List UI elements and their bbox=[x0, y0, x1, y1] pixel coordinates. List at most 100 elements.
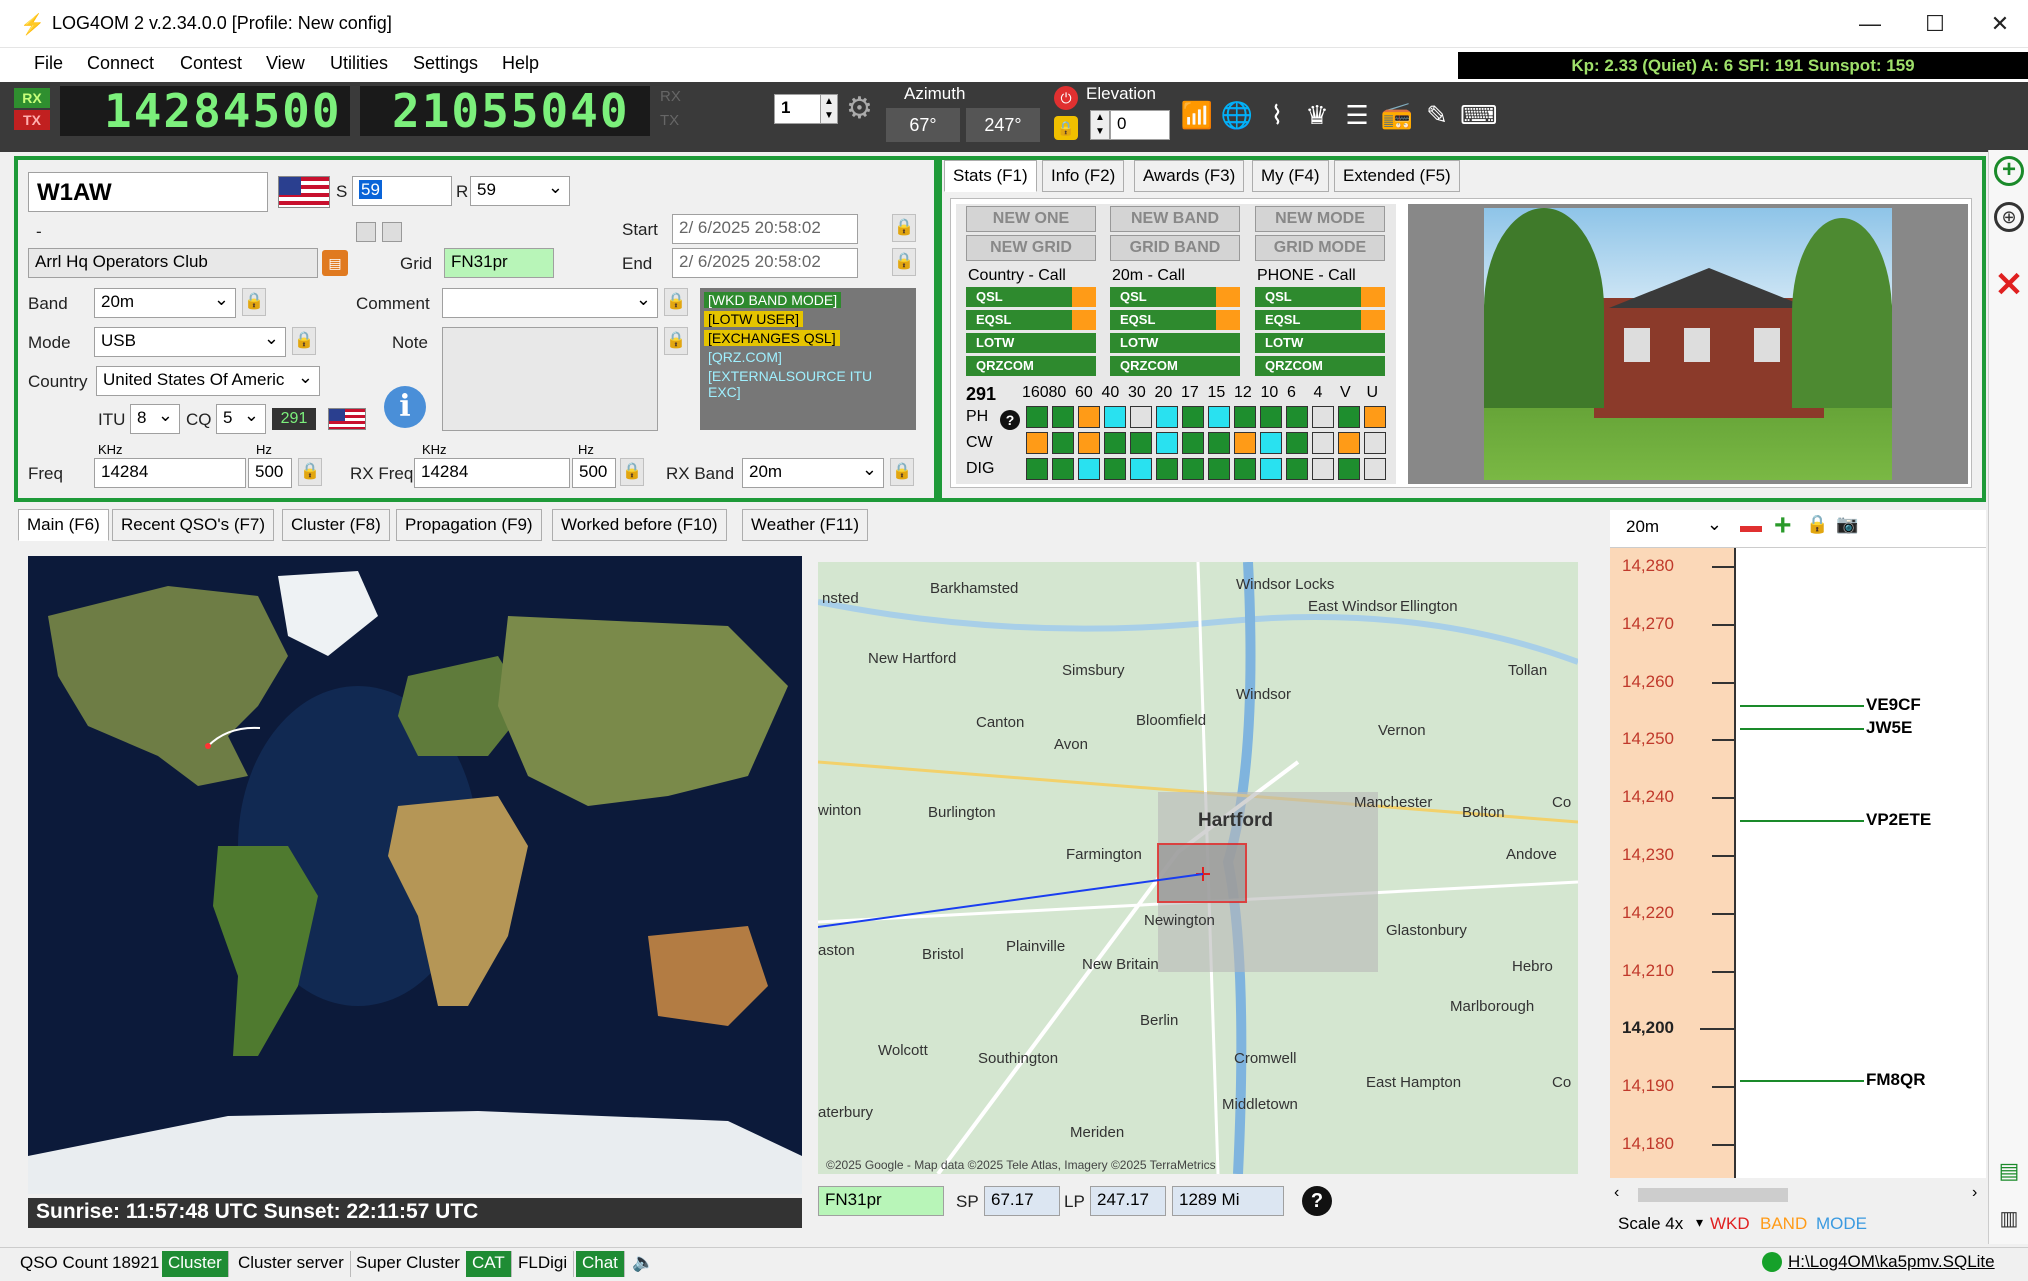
band-cell[interactable] bbox=[1104, 406, 1126, 428]
bandmap-band-select[interactable]: 20m bbox=[1620, 514, 1728, 544]
band-cell[interactable] bbox=[1052, 406, 1074, 428]
rss-icon[interactable]: 📶 bbox=[1180, 98, 1214, 132]
note-field[interactable] bbox=[442, 327, 658, 431]
cat-status[interactable]: CAT bbox=[466, 1251, 512, 1277]
band-cell[interactable] bbox=[1286, 458, 1308, 480]
band-cell[interactable] bbox=[1052, 432, 1074, 454]
band-cell[interactable] bbox=[1364, 406, 1386, 428]
band-cell[interactable] bbox=[1078, 432, 1100, 454]
minimize-button[interactable]: — bbox=[1840, 6, 1900, 42]
rst-sent-select[interactable]: 59 bbox=[352, 176, 452, 206]
menu-help[interactable]: Help bbox=[502, 53, 539, 74]
tab-weather[interactable]: Weather (F11) bbox=[742, 509, 869, 541]
award-crown-icon[interactable]: ♛ bbox=[1300, 98, 1334, 132]
server-icon[interactable]: ☰ bbox=[1340, 98, 1374, 132]
band-cell[interactable] bbox=[1182, 458, 1204, 480]
band-cell[interactable] bbox=[1026, 432, 1048, 454]
band-cell[interactable] bbox=[1234, 406, 1256, 428]
band-cell[interactable] bbox=[1078, 406, 1100, 428]
cq-select[interactable]: 5 bbox=[216, 404, 266, 434]
spot-callsign[interactable]: JW5E bbox=[1866, 718, 1912, 738]
tab-recent-qsos[interactable]: Recent QSO's (F7) bbox=[112, 509, 275, 541]
band-cell[interactable] bbox=[1208, 406, 1230, 428]
tab-propagation[interactable]: Propagation (F9) bbox=[396, 509, 542, 541]
chart-icon[interactable]: ▥ bbox=[1994, 1206, 2024, 1236]
maximize-button[interactable]: ☐ bbox=[1905, 6, 1965, 42]
mode-lock-icon[interactable]: 🔒 bbox=[292, 327, 316, 355]
spot-callsign[interactable]: VE9CF bbox=[1866, 695, 1921, 715]
super-cluster-status[interactable]: Super Cluster bbox=[350, 1251, 467, 1277]
band-lock-icon[interactable]: 🔒 bbox=[242, 288, 266, 316]
start-time-field[interactable]: 2/ 6/2025 20:58:02 bbox=[672, 214, 858, 244]
radio-icon[interactable]: 📻 bbox=[1380, 98, 1414, 132]
rxfreq-lock-icon[interactable]: 🔒 bbox=[620, 458, 644, 486]
end-time-field[interactable]: 2/ 6/2025 20:58:02 bbox=[672, 248, 858, 278]
spot-callsign[interactable]: FM8QR bbox=[1866, 1070, 1926, 1090]
rotor-stop-icon[interactable]: ⏻ bbox=[1054, 86, 1078, 110]
map-help-icon[interactable]: ? bbox=[1302, 1186, 1332, 1216]
menu-contest[interactable]: Contest bbox=[180, 53, 242, 74]
qsl-rcvd-box[interactable] bbox=[382, 222, 402, 242]
elevation-spinner[interactable]: ▲ ▼ bbox=[1090, 110, 1110, 140]
tab-stats[interactable]: Stats (F1) bbox=[944, 160, 1037, 192]
globe-icon[interactable]: 🌐 bbox=[1220, 98, 1254, 132]
local-map[interactable]: nsted Barkhamsted Windsor Locks East Windso… bbox=[818, 562, 1578, 1174]
tab-main[interactable]: Main (F6) bbox=[18, 509, 109, 541]
band-cell[interactable] bbox=[1182, 406, 1204, 428]
cluster-status[interactable]: Cluster bbox=[162, 1251, 229, 1277]
qrz-lookup-icon[interactable]: ▤ bbox=[322, 250, 348, 276]
zoom-out-icon[interactable] bbox=[1740, 526, 1762, 532]
pen-icon[interactable]: ✎ bbox=[1420, 98, 1454, 132]
lock-icon[interactable]: 🔒 bbox=[1054, 116, 1078, 140]
cluster-server-status[interactable]: Cluster server bbox=[232, 1251, 351, 1277]
rxband-select[interactable]: 20m bbox=[742, 458, 884, 488]
band-toggle[interactable]: BAND bbox=[1760, 1214, 1807, 1234]
menu-utilities[interactable]: Utilities bbox=[330, 53, 388, 74]
band-cell[interactable] bbox=[1338, 458, 1360, 480]
band-cell[interactable] bbox=[1364, 432, 1386, 454]
band-cell[interactable] bbox=[1338, 406, 1360, 428]
country-select[interactable]: United States Of Americ bbox=[96, 366, 320, 396]
band-cell[interactable] bbox=[1208, 458, 1230, 480]
qsl-sent-box[interactable] bbox=[356, 222, 376, 242]
callsign-field[interactable]: W1AW bbox=[28, 172, 268, 212]
band-cell[interactable] bbox=[1182, 432, 1204, 454]
band-cell[interactable] bbox=[1026, 458, 1048, 480]
spot-callsign[interactable]: VP2ETE bbox=[1866, 810, 1931, 830]
menu-connect[interactable]: Connect bbox=[87, 53, 154, 74]
band-cell[interactable] bbox=[1260, 432, 1282, 454]
tab-worked-before[interactable]: Worked before (F10) bbox=[552, 509, 727, 541]
tab-info[interactable]: Info (F2) bbox=[1042, 160, 1125, 192]
add-qso-icon[interactable]: + bbox=[1994, 156, 2024, 186]
wkd-toggle[interactable]: WKD bbox=[1710, 1214, 1750, 1234]
band-cell[interactable] bbox=[1130, 406, 1152, 428]
rst-rcvd-select[interactable]: 59 bbox=[470, 176, 570, 206]
band-cell[interactable] bbox=[1234, 458, 1256, 480]
band-cell[interactable] bbox=[1286, 406, 1308, 428]
freq-khz-field[interactable]: 14284 bbox=[94, 458, 246, 488]
comment-lock-icon[interactable]: 🔒 bbox=[664, 288, 688, 316]
chat-status[interactable]: Chat bbox=[576, 1251, 625, 1277]
band-cell[interactable] bbox=[1156, 458, 1178, 480]
rxband-lock-icon[interactable]: 🔒 bbox=[890, 458, 914, 486]
note-lock-icon[interactable]: 🔒 bbox=[664, 327, 688, 355]
freq-lock-icon[interactable]: 🔒 bbox=[298, 458, 322, 486]
band-cell[interactable] bbox=[1026, 406, 1048, 428]
database-path[interactable]: H:\Log4OM\ka5pmv.SQLite bbox=[1788, 1252, 1995, 1272]
world-map[interactable] bbox=[28, 556, 802, 1194]
zoom-in-icon[interactable]: + bbox=[1774, 511, 1798, 541]
scale-dropdown-icon[interactable]: ▾ bbox=[1696, 1214, 1703, 1231]
rxfreq-hz-field[interactable]: 500 bbox=[572, 458, 616, 488]
menu-view[interactable]: View bbox=[266, 53, 305, 74]
end-lock-icon[interactable]: 🔒 bbox=[892, 248, 916, 276]
band-cell[interactable] bbox=[1104, 458, 1126, 480]
tab-my[interactable]: My (F4) bbox=[1252, 160, 1329, 192]
band-cell[interactable] bbox=[1156, 406, 1178, 428]
vfo-spinner[interactable]: ▲ ▼ bbox=[820, 94, 838, 124]
lookup-globe-icon[interactable]: ⊕ bbox=[1994, 202, 2024, 232]
itu-select[interactable]: 8 bbox=[130, 404, 180, 434]
tab-cluster[interactable]: Cluster (F8) bbox=[282, 509, 390, 541]
band-cell[interactable] bbox=[1260, 458, 1282, 480]
start-lock-icon[interactable]: 🔒 bbox=[892, 214, 916, 242]
band-cell[interactable] bbox=[1312, 432, 1334, 454]
